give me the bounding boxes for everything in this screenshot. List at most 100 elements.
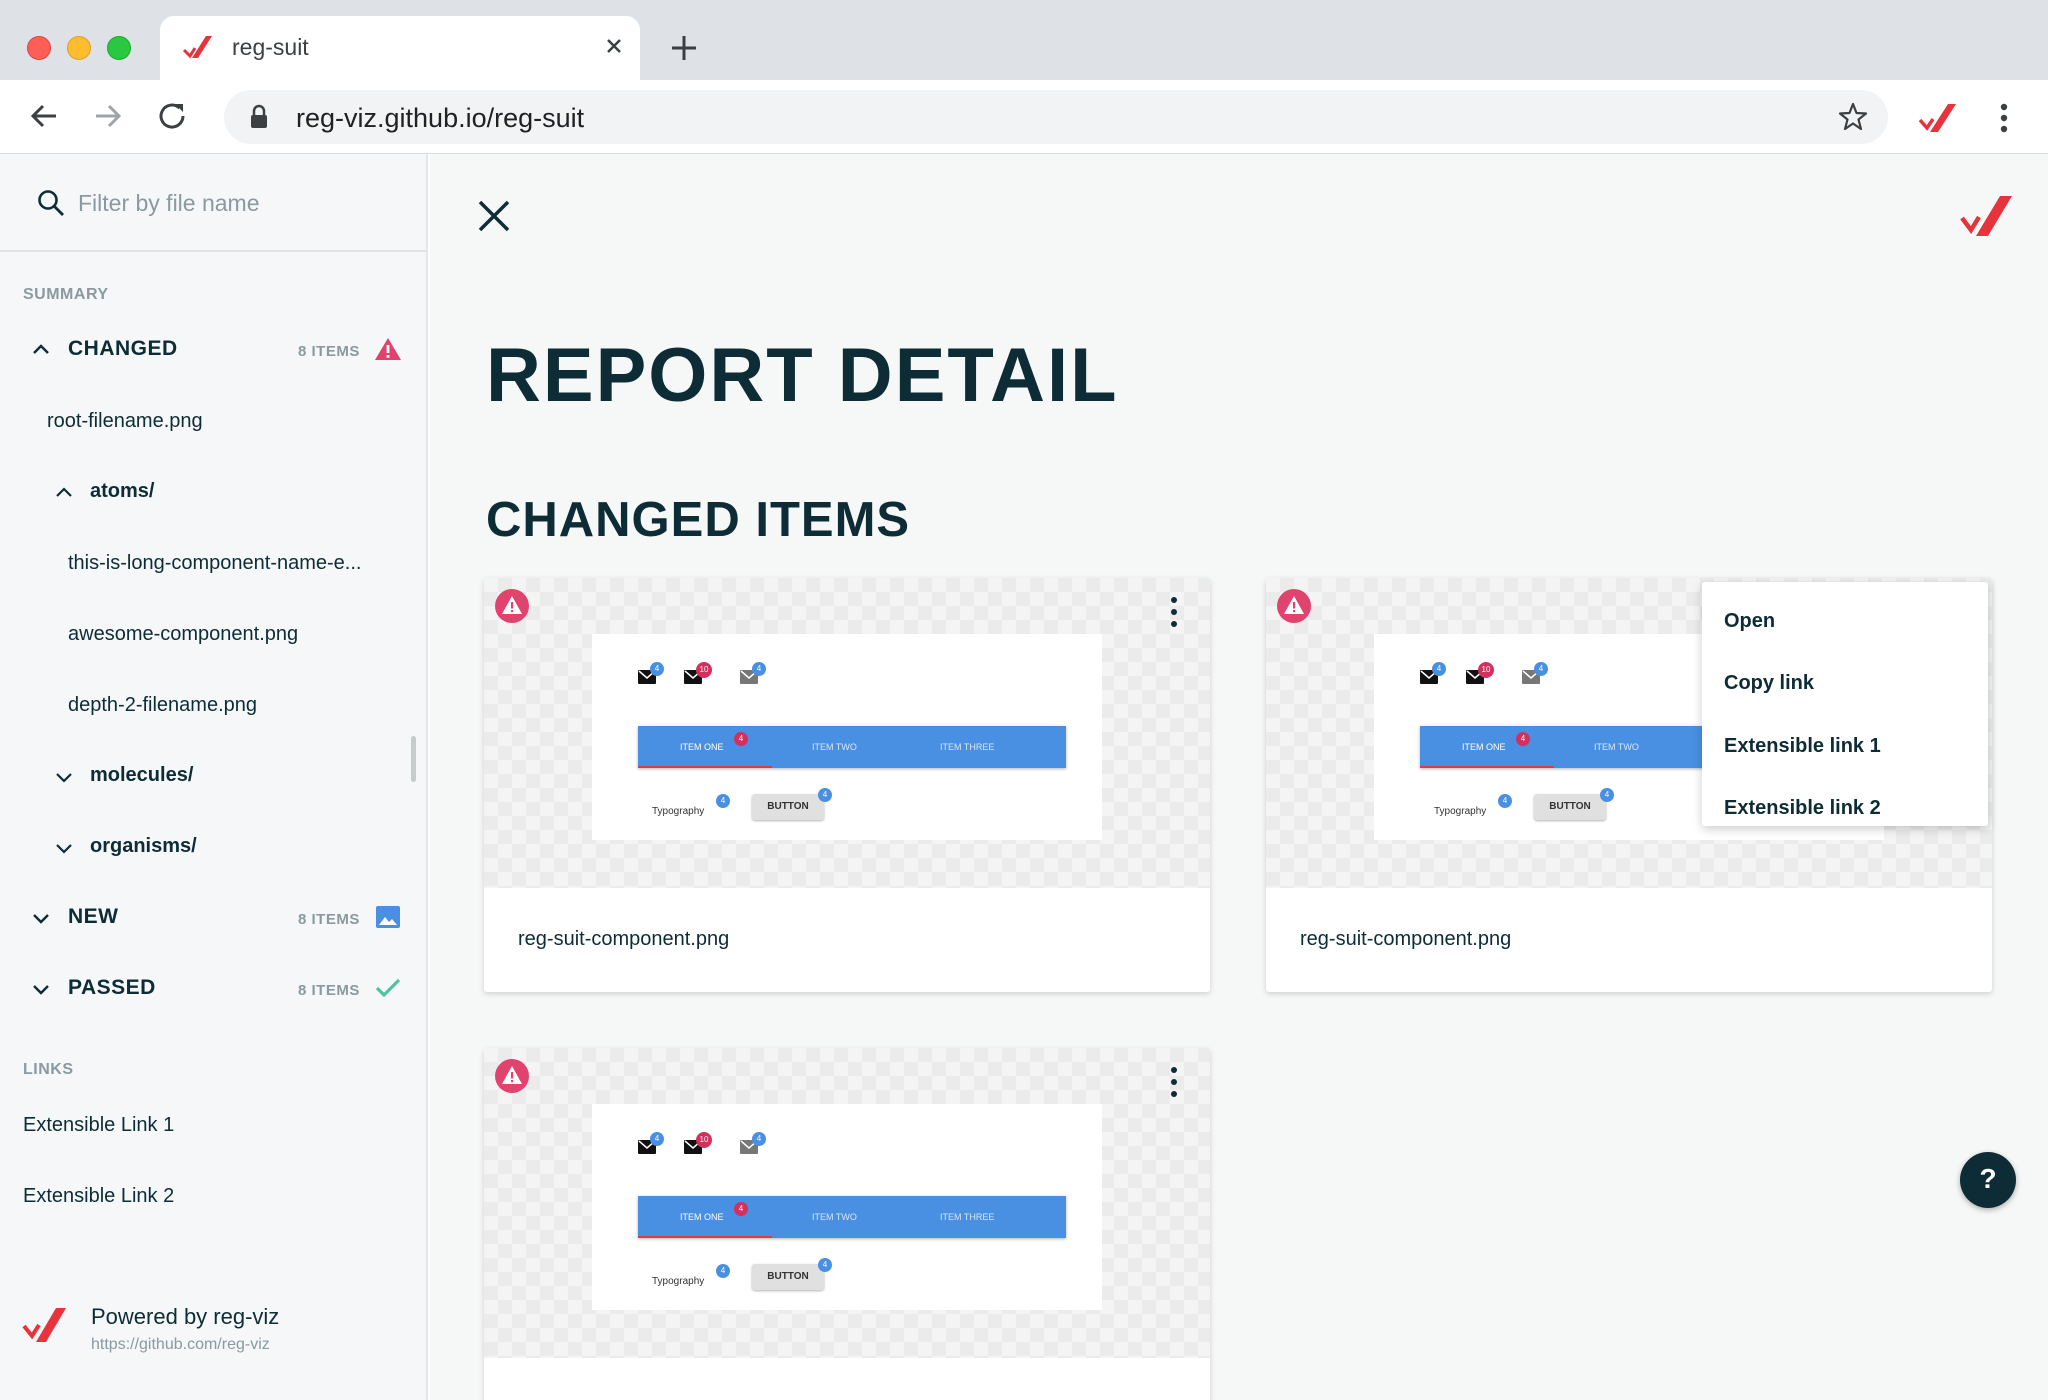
reg-suit-logo-icon [182, 36, 212, 59]
file-item-depth-2[interactable]: depth-2-filename.png [68, 694, 257, 717]
check-icon [375, 978, 401, 998]
badge-count: 4 [1432, 662, 1446, 676]
badge-count: 4 [650, 662, 664, 676]
tab-close-icon[interactable] [598, 30, 630, 62]
preview-tab: ITEM THREE [940, 1212, 995, 1222]
preview-image: 4 10 4 ITEM ONE 4 ITEM TWO ITEM THREE Ty… [592, 634, 1102, 840]
badge-count: 4 [818, 1258, 832, 1272]
preview-tab: ITEM TWO [1594, 742, 1639, 752]
window-zoom-button[interactable] [107, 36, 131, 60]
chevron-up-icon [56, 487, 72, 497]
category-changed[interactable]: CHANGED 8 ITEMS [0, 323, 426, 379]
menu-item-copy-link[interactable]: Copy link [1724, 672, 1814, 695]
links-label: LINKS [23, 1061, 74, 1078]
more-vert-icon[interactable] [1164, 592, 1184, 632]
footer-title: Powered by reg-viz [91, 1304, 280, 1329]
folder-organisms-label: organisms/ [90, 835, 197, 857]
menu-item-open[interactable]: Open [1724, 610, 1775, 633]
file-item-root[interactable]: root-filename.png [47, 410, 203, 433]
back-arrow-icon[interactable] [24, 96, 64, 136]
badge-count: 4 [752, 662, 766, 676]
sidebar-link-1[interactable]: Extensible Link 1 [23, 1114, 174, 1137]
bookmark-star-icon[interactable] [1836, 100, 1870, 134]
chevron-down-icon [33, 985, 49, 995]
card-filename: reg-suit-component.png [1300, 928, 1512, 950]
chevron-down-icon [56, 773, 72, 783]
section-title: CHANGED ITEMS [486, 493, 911, 547]
preview-tab: ITEM ONE [680, 742, 724, 752]
category-new[interactable]: NEW 8 ITEMS [0, 891, 426, 947]
category-changed-count: 8 ITEMS [298, 343, 360, 360]
card-thumbnail[interactable]: 4 10 4 ITEM ONE 4 ITEM TWO ITEM THREE Ty… [484, 578, 1210, 888]
preview-tabs: ITEM ONE 4 ITEM TWO ITEM THREE [638, 1196, 1066, 1238]
summary-label: SUMMARY [23, 286, 109, 303]
browser-tab-active[interactable]: reg-suit [160, 16, 640, 80]
folder-atoms[interactable]: atoms/ [52, 474, 412, 514]
menu-item-extensible-link-2[interactable]: Extensible link 2 [1724, 797, 1881, 820]
warning-icon [375, 338, 401, 360]
reg-viz-logo-icon [22, 1308, 66, 1342]
badge-count: 10 [1478, 662, 1494, 678]
item-card[interactable]: 4 10 4 ITEM ONE 4 ITEM TWO ITEM THREE Ty… [484, 578, 1210, 992]
close-icon[interactable] [472, 194, 516, 238]
preview-image: 4 10 4 ITEM ONE 4 ITEM TWO ITEM THREE Ty… [592, 1104, 1102, 1310]
search-icon [38, 190, 64, 216]
sidebar-scrollbar[interactable] [411, 736, 416, 782]
folder-molecules[interactable]: molecules/ [52, 758, 412, 798]
badge-count: 4 [752, 1132, 766, 1146]
reg-suit-extension-icon[interactable] [1918, 102, 1958, 134]
folder-molecules-label: molecules/ [90, 764, 194, 786]
file-item-long-component[interactable]: this-is-long-component-name-e... [68, 552, 361, 575]
card-thumbnail[interactable]: 4 10 4 ITEM ONE 4 ITEM TWO ITEM THREE Ty… [484, 1048, 1210, 1358]
warning-badge-icon [495, 589, 529, 623]
url-text: reg-viz.github.io/reg-suit [296, 103, 585, 133]
preview-tab: ITEM TWO [812, 742, 857, 752]
preview-tab: ITEM THREE [940, 742, 995, 752]
address-bar[interactable]: reg-viz.github.io/reg-suit [224, 90, 1888, 144]
preview-button: BUTTON [752, 794, 824, 820]
reload-icon[interactable] [152, 96, 192, 136]
footer-url[interactable]: https://github.com/reg-viz [91, 1336, 270, 1354]
badge-count: 4 [716, 794, 730, 808]
search-bar [0, 154, 426, 252]
preview-button: BUTTON [1534, 794, 1606, 820]
preview-typography: Typography [652, 806, 705, 817]
badge-count: 4 [650, 1132, 664, 1146]
badge-count: 10 [696, 662, 712, 678]
category-passed[interactable]: PASSED 8 ITEMS [0, 962, 426, 1018]
card-context-menu: Open Copy link Extensible link 1 Extensi… [1702, 582, 1988, 826]
badge-count: 4 [1600, 788, 1614, 802]
badge-count: 4 [734, 732, 748, 746]
preview-tab-indicator [1420, 766, 1554, 768]
category-new-count: 8 ITEMS [298, 911, 360, 928]
badge-count: 4 [818, 788, 832, 802]
warning-badge-icon [495, 1059, 529, 1093]
sidebar-link-2[interactable]: Extensible Link 2 [23, 1185, 174, 1208]
browser-toolbar: reg-viz.github.io/reg-suit [0, 80, 2048, 154]
filter-input[interactable] [78, 178, 398, 228]
tab-title: reg-suit [232, 34, 309, 60]
item-card[interactable]: 4 10 4 ITEM ONE 4 ITEM TWO ITEM THREE Ty… [484, 1048, 1210, 1400]
preview-typography: Typography [652, 1276, 705, 1287]
preview-tab: ITEM ONE [1462, 742, 1506, 752]
preview-button: BUTTON [752, 1264, 824, 1290]
help-button[interactable]: ? [1960, 1152, 2016, 1208]
new-tab-icon[interactable] [666, 30, 702, 66]
forward-arrow-icon[interactable] [88, 96, 128, 136]
browser-menu-icon[interactable] [1988, 98, 2020, 138]
browser-tabstrip: reg-suit [0, 0, 2048, 80]
category-new-label: NEW [68, 905, 119, 928]
window-minimize-button[interactable] [67, 36, 91, 60]
chevron-down-icon [33, 914, 49, 924]
more-vert-icon[interactable] [1164, 1062, 1184, 1102]
warning-badge-icon [1277, 589, 1311, 623]
preview-typography: Typography [1434, 806, 1487, 817]
sidebar: SUMMARY CHANGED 8 ITEMS root-filename.pn… [0, 154, 428, 1400]
window-close-button[interactable] [27, 36, 51, 60]
menu-item-extensible-link-1[interactable]: Extensible link 1 [1724, 735, 1881, 758]
badge-count: 4 [1516, 732, 1530, 746]
help-label: ? [1979, 1163, 1997, 1194]
category-changed-label: CHANGED [68, 337, 178, 360]
file-item-awesome-component[interactable]: awesome-component.png [68, 623, 298, 646]
folder-organisms[interactable]: organisms/ [52, 829, 412, 869]
